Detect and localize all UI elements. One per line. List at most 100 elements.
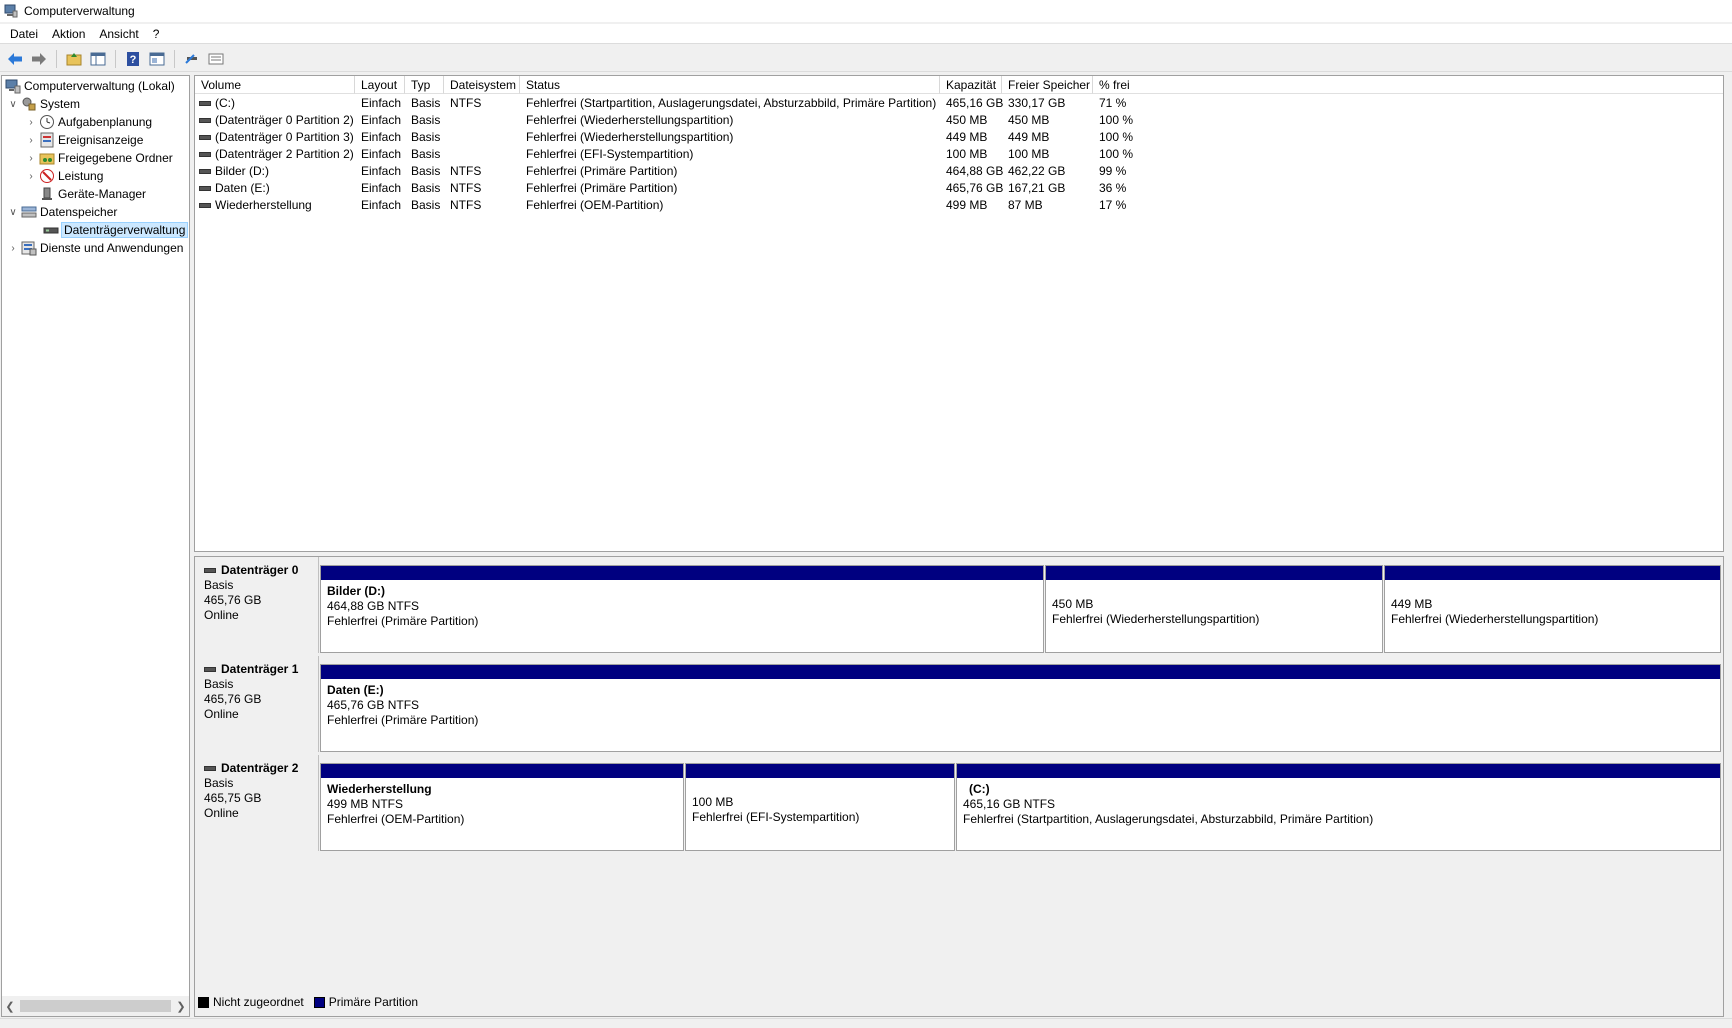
- volume-cell-text: 464,88 GB: [946, 164, 1004, 178]
- volume-cell-dateisystem: [444, 146, 450, 163]
- tree-label-leistung: Leistung: [58, 169, 104, 183]
- tree-label-freigegebene-ordner: Freigegebene Ordner: [58, 151, 173, 165]
- tree-node-root[interactable]: Computerverwaltung (Lokal): [4, 77, 175, 95]
- disk-map: Datenträger 0 Basis 465,76 GB Online Bil…: [194, 556, 1724, 1017]
- computer-management-icon: [4, 4, 18, 18]
- column-header-typ[interactable]: Typ: [405, 76, 444, 94]
- tree-node-datenspeicher[interactable]: ∨ Datenspeicher: [6, 203, 117, 221]
- connect-icon[interactable]: [182, 49, 202, 69]
- computer-management-icon: [5, 79, 21, 94]
- volume-cell-dateisystem: NTFS: [444, 197, 481, 214]
- toolbar: ?: [0, 46, 1732, 72]
- tree-label-aufgabenplanung: Aufgabenplanung: [58, 115, 153, 129]
- menu-aktion[interactable]: Aktion: [45, 27, 92, 41]
- volume-cell-status: Fehlerfrei (Startpartition, Auslagerungs…: [520, 95, 936, 112]
- volume-cell-text: (Datenträger 0 Partition 2): [215, 113, 354, 127]
- view-icon[interactable]: [206, 49, 226, 69]
- volume-row[interactable]: (Datenträger 0 Partition 3) Einfach Basis F…: [195, 129, 1723, 146]
- scroll-thumb[interactable]: [20, 1000, 171, 1012]
- volume-cell-status: Fehlerfrei (Primäre Partition): [520, 163, 677, 180]
- partition-block[interactable]: 450 MB Fehlerfrei (Wiederherstellungspart…: [1045, 565, 1383, 653]
- expand-chevron-icon[interactable]: ›: [24, 135, 38, 146]
- volume-cell-volume: Wiederherstellung: [195, 197, 312, 214]
- tree-node-freigegebene-ordner[interactable]: › Freigegebene Ordner: [24, 149, 173, 167]
- partition-bar: [321, 566, 1043, 580]
- menu-ansicht[interactable]: Ansicht: [92, 27, 145, 41]
- column-header-volume[interactable]: Volume: [195, 76, 355, 94]
- partition-status: Fehlerfrei (Primäre Partition): [327, 713, 479, 727]
- disk-name-text: Datenträger 0: [221, 563, 299, 577]
- tree-node-dienste[interactable]: › Dienste und Anwendungen: [6, 239, 183, 257]
- volume-cell-kapazitaet: 465,16 GB: [940, 95, 1003, 112]
- partition-block[interactable]: (C:) 465,16 GB NTFS Fehlerfrei (Startparti…: [956, 763, 1721, 851]
- volume-cell-text: Einfach: [361, 147, 402, 161]
- expand-chevron-icon[interactable]: ›: [24, 117, 38, 128]
- disk-state: Online: [204, 707, 239, 721]
- column-header-status[interactable]: Status: [520, 76, 940, 94]
- tree-node-aufgabenplanung[interactable]: › Aufgabenplanung: [24, 113, 152, 131]
- partition-block[interactable]: Bilder (D:) 464,88 GB NTFS Fehlerfrei (Pri…: [320, 565, 1044, 653]
- volume-cell-prozent-frei: 71 %: [1093, 95, 1126, 112]
- volume-cell-prozent-frei: 36 %: [1093, 180, 1126, 197]
- volume-row[interactable]: Wiederherstellung Einfach Basis NTFS Fehlerf…: [195, 197, 1723, 214]
- tree-node-system[interactable]: ∨ System: [6, 95, 80, 113]
- expand-chevron-icon[interactable]: ›: [6, 243, 20, 254]
- tree-node-ereignisanzeige[interactable]: › Ereignisanzeige: [24, 131, 143, 149]
- disk-name: Datenträger 2: [204, 761, 318, 775]
- menu-help[interactable]: ?: [146, 27, 167, 41]
- tree-label-system: System: [40, 97, 81, 111]
- drive-icon: [199, 152, 211, 158]
- scroll-right-icon[interactable]: ❯: [173, 1000, 189, 1013]
- column-header-prozent-frei[interactable]: % frei: [1093, 76, 1723, 94]
- disk-info[interactable]: Datenträger 2 Basis 465,75 GB Online: [195, 755, 319, 851]
- disk-size: 465,75 GB: [204, 791, 262, 805]
- expand-chevron-icon[interactable]: ›: [24, 153, 38, 164]
- collapse-chevron-icon[interactable]: ∨: [6, 99, 20, 110]
- collapse-chevron-icon[interactable]: ∨: [6, 207, 20, 218]
- disk-state: Online: [204, 608, 239, 622]
- volume-cell-text: 449 MB: [1008, 130, 1050, 144]
- properties-icon[interactable]: [147, 49, 167, 69]
- volume-cell-text: Fehlerfrei (Startpartition, Auslagerungs…: [526, 96, 937, 110]
- partition-bar: [1046, 566, 1382, 580]
- help-icon[interactable]: ?: [123, 49, 143, 69]
- scroll-left-icon[interactable]: ❮: [2, 1000, 18, 1013]
- volume-cell-layout: Einfach: [355, 197, 401, 214]
- tree-node-datentraegerverwaltung[interactable]: Datenträgerverwaltung: [42, 221, 189, 239]
- volume-row[interactable]: (Datenträger 2 Partition 2) Einfach Basis F…: [195, 146, 1723, 163]
- partition-block[interactable]: Wiederherstellung 499 MB NTFS Fehlerfrei (…: [320, 763, 684, 851]
- window-title: Computerverwaltung: [24, 4, 135, 18]
- column-header-freier-speicher[interactable]: Freier Speicher: [1002, 76, 1093, 94]
- volume-row[interactable]: (Datenträger 0 Partition 2) Einfach Basis F…: [195, 112, 1723, 129]
- tree-node-leistung[interactable]: › Leistung: [24, 167, 103, 185]
- volume-row[interactable]: (C:) Einfach Basis NTFS Fehlerfrei (Startpar…: [195, 95, 1723, 112]
- tree-node-geraete-manager[interactable]: Geräte-Manager: [38, 185, 146, 203]
- tree-horizontal-scrollbar[interactable]: ❮ ❯: [2, 996, 189, 1016]
- volume-cell-dateisystem: [444, 129, 450, 146]
- partition-block[interactable]: 100 MB Fehlerfrei (EFI-Systempartition): [685, 763, 955, 851]
- expand-chevron-icon[interactable]: ›: [24, 171, 38, 182]
- disk-info[interactable]: Datenträger 0 Basis 465,76 GB Online: [195, 557, 319, 653]
- volume-cell-text: (Datenträger 2 Partition 2): [215, 147, 354, 161]
- show-hide-tree-icon[interactable]: [88, 49, 108, 69]
- column-header-dateisystem[interactable]: Dateisystem: [444, 76, 520, 94]
- partition-block[interactable]: Daten (E:) 465,76 GB NTFS Fehlerfrei (Prim…: [320, 664, 1721, 752]
- volume-cell-text: 462,22 GB: [1008, 164, 1066, 178]
- menu-datei[interactable]: Datei: [3, 27, 45, 41]
- volume-cell-text: NTFS: [450, 198, 482, 212]
- volume-row[interactable]: Daten (E:) Einfach Basis NTFS Fehlerfrei (Pr…: [195, 180, 1723, 197]
- volume-cell-text: 465,76 GB: [946, 181, 1004, 195]
- partition-block[interactable]: 449 MB Fehlerfrei (Wiederherstellungspart…: [1384, 565, 1721, 653]
- up-folder-icon[interactable]: [64, 49, 84, 69]
- column-header-kapazitaet[interactable]: Kapazität: [940, 76, 1002, 94]
- volume-cell-text: Basis: [411, 198, 441, 212]
- volume-row[interactable]: Bilder (D:) Einfach Basis NTFS Fehlerfrei (P…: [195, 163, 1723, 180]
- drive-icon: [199, 101, 211, 107]
- column-header-layout[interactable]: Layout: [355, 76, 405, 94]
- partition-status: Fehlerfrei (Startpartition, Auslagerungs…: [963, 812, 1374, 826]
- back-arrow-icon[interactable]: [5, 49, 25, 69]
- menu-bar: Datei Aktion Ansicht ?: [0, 24, 1732, 44]
- disk-info[interactable]: Datenträger 1 Basis 465,76 GB Online: [195, 656, 319, 752]
- volume-cell-typ: Basis: [405, 95, 440, 112]
- forward-arrow-icon[interactable]: [29, 49, 49, 69]
